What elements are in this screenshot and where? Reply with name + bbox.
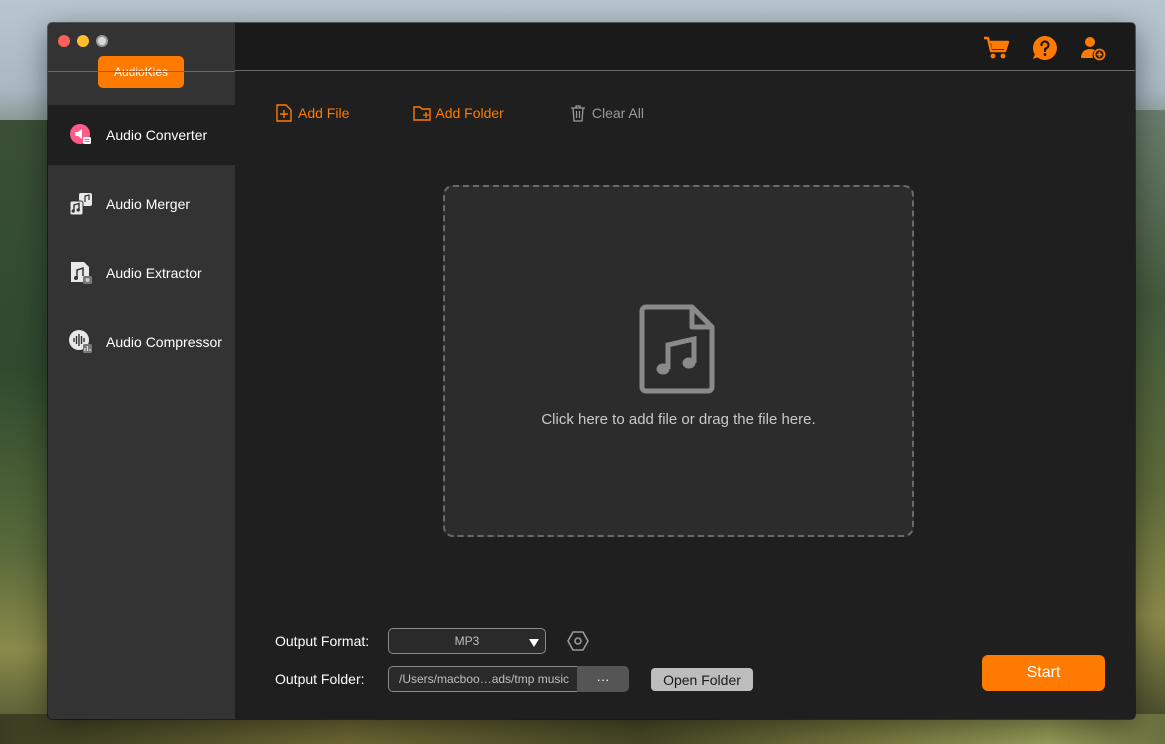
add-folder-button[interactable]: Add Folder bbox=[413, 104, 504, 122]
add-folder-label: Add Folder bbox=[435, 105, 504, 121]
clear-all-label: Clear All bbox=[591, 105, 644, 121]
sidebar-nav: Audio Converter Audio Merger Audio Extra… bbox=[48, 105, 235, 381]
format-settings-gear-icon[interactable] bbox=[567, 630, 589, 652]
dropzone-hint: Click here to add file or drag the file … bbox=[541, 411, 816, 428]
audio-converter-icon bbox=[68, 122, 94, 148]
output-format-select[interactable]: MP3 bbox=[388, 628, 546, 654]
add-file-label: Add File bbox=[298, 105, 350, 121]
file-dropzone[interactable]: Click here to add file or drag the file … bbox=[443, 185, 914, 537]
toolbar: Add File Add Folder Clear All bbox=[276, 104, 644, 122]
audio-compressor-icon bbox=[68, 329, 94, 355]
window-controls bbox=[58, 35, 108, 47]
add-folder-icon bbox=[413, 104, 432, 122]
zoom-window-button[interactable] bbox=[96, 35, 108, 47]
audio-merger-icon bbox=[68, 191, 94, 217]
sidebar-item-label: Audio Extractor bbox=[106, 265, 202, 281]
app-window: AudioKies Audio Converter Audio Merger A… bbox=[48, 23, 1135, 719]
audio-extractor-icon bbox=[68, 260, 94, 286]
cart-icon[interactable] bbox=[983, 34, 1011, 62]
sidebar-header-divider bbox=[48, 71, 235, 72]
output-format-value: MP3 bbox=[454, 634, 480, 648]
open-folder-button[interactable]: Open Folder bbox=[651, 668, 753, 691]
add-user-icon[interactable] bbox=[1079, 34, 1107, 62]
sidebar-item-audio-extractor[interactable]: Audio Extractor bbox=[48, 243, 235, 303]
help-icon[interactable] bbox=[1031, 34, 1059, 62]
dropdown-arrow-icon bbox=[529, 637, 539, 647]
output-folder-label: Output Folder: bbox=[275, 671, 365, 687]
add-file-icon bbox=[276, 104, 294, 122]
trash-icon bbox=[570, 104, 588, 122]
close-window-button[interactable] bbox=[58, 35, 70, 47]
sidebar-item-label: Audio Compressor bbox=[106, 334, 222, 350]
topbar bbox=[235, 23, 1135, 71]
clear-all-button[interactable]: Clear All bbox=[570, 104, 644, 122]
start-button[interactable]: Start bbox=[982, 655, 1105, 691]
sidebar-item-label: Audio Merger bbox=[106, 196, 191, 212]
browse-folder-button[interactable]: ··· bbox=[577, 666, 629, 692]
output-folder-path[interactable]: /Users/macboo…ads/tmp music bbox=[388, 666, 577, 692]
sidebar-item-audio-merger[interactable]: Audio Merger bbox=[48, 174, 235, 234]
minimize-window-button[interactable] bbox=[77, 35, 89, 47]
sidebar: AudioKies Audio Converter Audio Merger A… bbox=[48, 23, 235, 719]
sidebar-item-audio-converter[interactable]: Audio Converter bbox=[48, 105, 235, 165]
output-format-label: Output Format: bbox=[275, 633, 370, 649]
music-file-icon bbox=[638, 303, 722, 399]
sidebar-item-audio-compressor[interactable]: Audio Compressor bbox=[48, 312, 235, 372]
brand-logo: AudioKies bbox=[98, 56, 184, 88]
add-file-button[interactable]: Add File bbox=[276, 104, 349, 122]
topbar-actions bbox=[983, 34, 1107, 62]
sidebar-item-label: Audio Converter bbox=[106, 127, 208, 143]
